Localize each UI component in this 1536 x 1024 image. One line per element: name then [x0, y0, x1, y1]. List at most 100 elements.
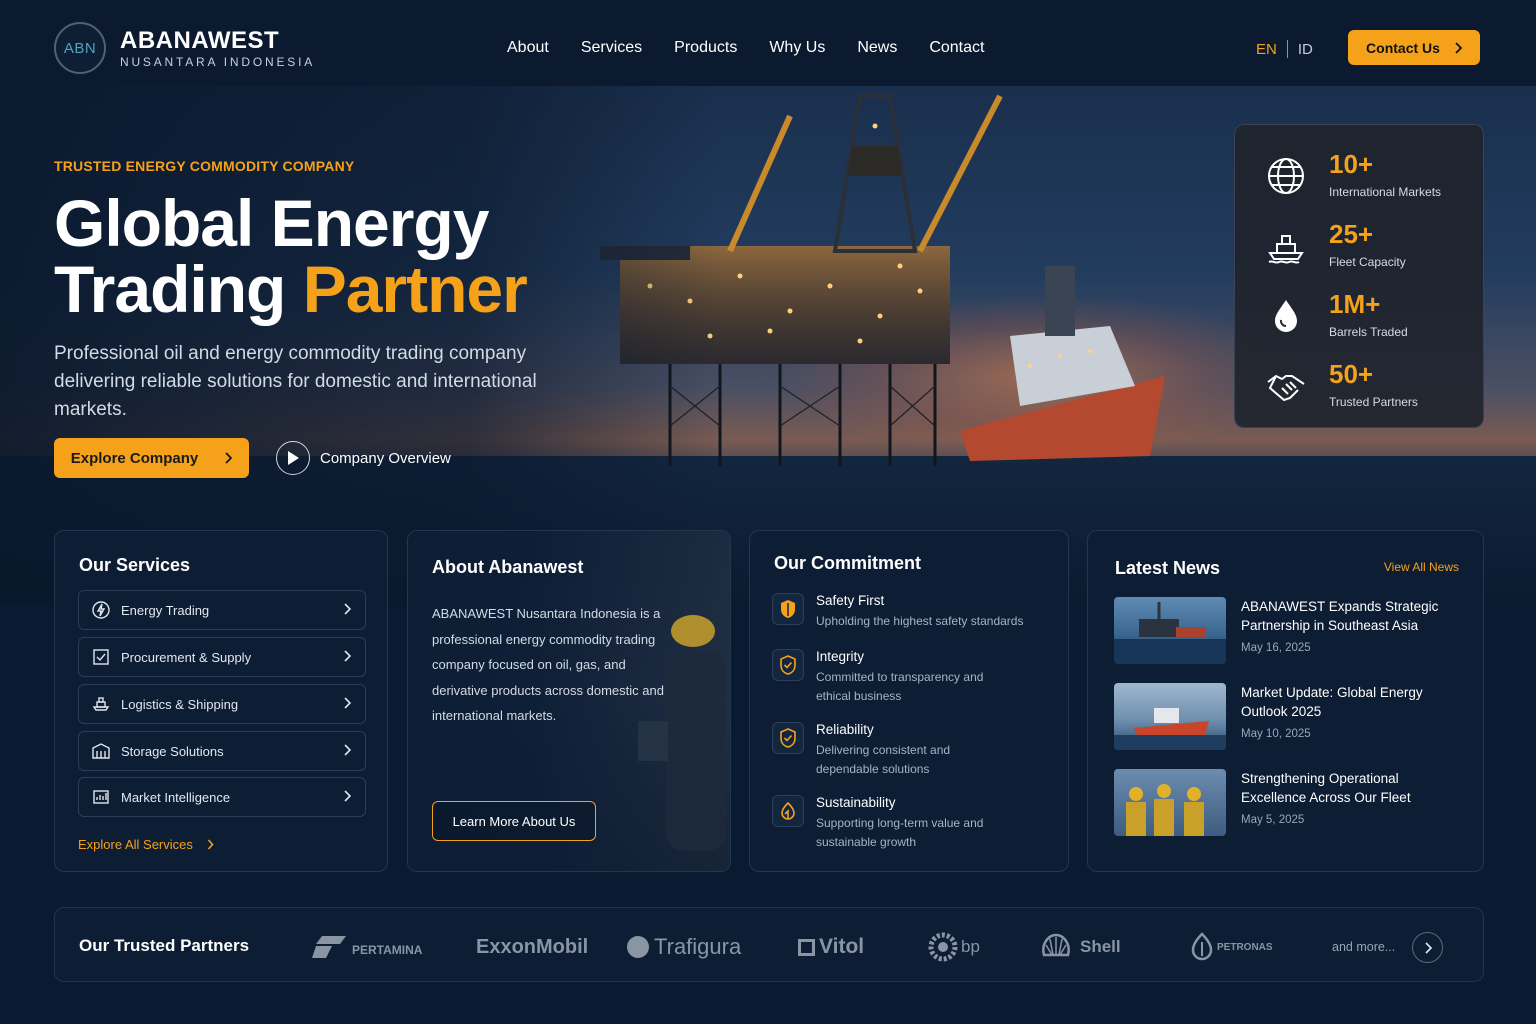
chevron-right-icon: [344, 697, 351, 709]
energy-icon: [91, 600, 111, 620]
chevron-right-icon: [1424, 941, 1432, 954]
hero-title-line2: Trading: [54, 252, 303, 326]
leaf-icon: [772, 795, 804, 827]
service-label: Energy Trading: [121, 602, 210, 618]
explore-company-button[interactable]: Explore Company: [54, 438, 249, 478]
stat-fleet: 25+ Fleet Capacity: [1265, 219, 1406, 269]
news-headline: Market Update: Global Energy Outlook 202…: [1241, 685, 1423, 719]
news-thumbnail: [1114, 683, 1226, 750]
service-procurement-supply[interactable]: Procurement & Supply: [78, 637, 366, 677]
stat-value: 50+: [1329, 359, 1374, 389]
commitment-reliability: Reliability Delivering consistent and dep…: [772, 722, 976, 778]
stat-value: 25+: [1329, 219, 1374, 249]
stat-value: 1M+: [1329, 289, 1381, 319]
chevron-right-icon: [207, 839, 214, 850]
commitment-heading: Sustainability: [816, 795, 896, 810]
news-card: Latest News View All News ABANAWEST Expa…: [1087, 530, 1484, 872]
play-icon: [276, 441, 310, 475]
commitment-desc: Committed to transparency and ethical bu…: [816, 670, 984, 703]
contact-us-label: Contact Us: [1366, 39, 1440, 56]
site-header: ABN ABANAWEST NUSANTARA INDONESIA About …: [0, 0, 1536, 86]
service-logistics-shipping[interactable]: Logistics & Shipping: [78, 684, 366, 724]
company-overview-button[interactable]: Company Overview: [276, 441, 451, 475]
hero-eyebrow: TRUSTED ENERGY COMMODITY COMPANY: [54, 158, 355, 174]
nav-contact[interactable]: Contact: [929, 38, 984, 58]
service-energy-trading[interactable]: Energy Trading: [78, 590, 366, 630]
partners-title: Our Trusted Partners: [79, 936, 250, 955]
service-market-intelligence[interactable]: Market Intelligence: [78, 777, 366, 817]
news-date: May 10, 2025: [1241, 728, 1311, 740]
commitment-title: Our Commitment: [774, 553, 922, 573]
stat-label: International Markets: [1329, 185, 1442, 199]
nav-products[interactable]: Products: [674, 38, 737, 58]
partner-logo-exxonmobil: ExxonMobil: [476, 935, 589, 958]
partner-logo-shell: Shell: [1041, 932, 1121, 962]
chevron-right-icon: [344, 603, 351, 615]
main-nav: About Services Products Why Us News Cont…: [507, 38, 1016, 58]
explore-all-services-link[interactable]: Explore All Services: [78, 837, 214, 852]
news-headline: Strengthening Operational Excellence Acr…: [1241, 771, 1411, 805]
commitment-heading: Integrity: [816, 649, 865, 664]
shield-check-icon: [772, 649, 804, 681]
stats-panel: 10+ International Markets 25+ Fleet Capaci…: [1234, 124, 1484, 428]
commitment-desc: Supporting long-term value and sustainab…: [816, 816, 984, 849]
hero-title-line1: Global Energy: [54, 186, 489, 260]
warehouse-icon: [91, 741, 111, 761]
commitment-desc: Upholding the highest safety standards: [816, 614, 1024, 628]
news-item[interactable]: Strengthening Operational Excellence Acr…: [1114, 769, 1441, 836]
nav-services[interactable]: Services: [581, 38, 642, 58]
chevron-right-icon: [225, 452, 233, 464]
view-all-news-link[interactable]: View All News: [1384, 560, 1459, 574]
commitment-card: Our Commitment Safety First Upholding the…: [749, 530, 1069, 872]
nav-why-us[interactable]: Why Us: [769, 38, 825, 58]
clipboard-icon: [91, 647, 111, 667]
explore-company-label: Explore Company: [70, 449, 199, 467]
contact-us-button[interactable]: Contact Us: [1348, 30, 1480, 65]
news-thumbnail: [1114, 769, 1226, 836]
hero-description: Professional oil and energy commodity tr…: [54, 343, 537, 420]
service-storage-solutions[interactable]: Storage Solutions: [78, 731, 366, 771]
commitment-integrity: Integrity Committed to transparency and e…: [772, 649, 986, 705]
partner-logo-trafigura: Trafigura: [627, 932, 741, 962]
about-title: About Abanawest: [432, 557, 584, 577]
partners-next-button[interactable]: [1412, 932, 1443, 963]
lang-id[interactable]: ID: [1298, 41, 1313, 58]
partner-logo-petronas: PETRONAS: [1191, 932, 1273, 962]
about-card: About Abanawest ABANAWEST Nusantara Indo…: [407, 530, 731, 872]
brand-name: ABANAWEST: [120, 26, 280, 54]
ship-icon: [91, 694, 111, 714]
about-text: ABANAWEST Nusantara Indonesia is a profe…: [432, 606, 664, 723]
chevron-right-icon: [1455, 41, 1462, 54]
news-date: May 16, 2025: [1241, 642, 1311, 654]
chevron-right-icon: [344, 650, 351, 662]
commitment-desc: Delivering consistent and dependable sol…: [816, 743, 951, 776]
nav-about[interactable]: About: [507, 38, 549, 58]
news-date: May 5, 2025: [1241, 814, 1305, 826]
ship-icon: [1265, 225, 1307, 267]
chart-icon: [91, 787, 111, 807]
stat-value: 10+: [1329, 149, 1374, 179]
explore-all-services-label: Explore All Services: [78, 837, 193, 852]
news-item[interactable]: ABANAWEST Expands Strategic Partnership …: [1114, 597, 1441, 664]
stat-partners: 50+ Trusted Partners: [1265, 359, 1418, 409]
globe-icon: [1265, 155, 1307, 197]
commitment-heading: Reliability: [816, 722, 874, 737]
partners-bar: Our Trusted Partners PERTAMINA ExxonMobi…: [54, 907, 1484, 982]
commitment-safety: Safety First Upholding the highest safety…: [772, 593, 1046, 631]
service-label: Market Intelligence: [121, 789, 231, 805]
nav-news[interactable]: News: [857, 38, 897, 58]
oil-drop-icon: [1265, 295, 1307, 337]
service-label: Storage Solutions: [121, 743, 224, 759]
lang-divider: [1286, 40, 1288, 58]
learn-more-button[interactable]: Learn More About Us: [432, 801, 596, 841]
services-card: Our Services Energy Trading Procurement …: [54, 530, 388, 872]
hero-title: Global Energy Trading Partner: [54, 190, 614, 322]
partner-logo-vitol: Vitol: [798, 932, 864, 962]
shield-icon: [772, 593, 804, 625]
stat-label: Fleet Capacity: [1329, 255, 1406, 269]
stat-label: Barrels Traded: [1329, 325, 1408, 339]
stat-label: Trusted Partners: [1329, 395, 1418, 409]
lang-en[interactable]: EN: [1256, 41, 1277, 58]
brand-logo[interactable]: ABN ABANAWEST NUSANTARA INDONESIA: [54, 22, 315, 74]
news-item[interactable]: Market Update: Global Energy Outlook 202…: [1114, 683, 1441, 750]
